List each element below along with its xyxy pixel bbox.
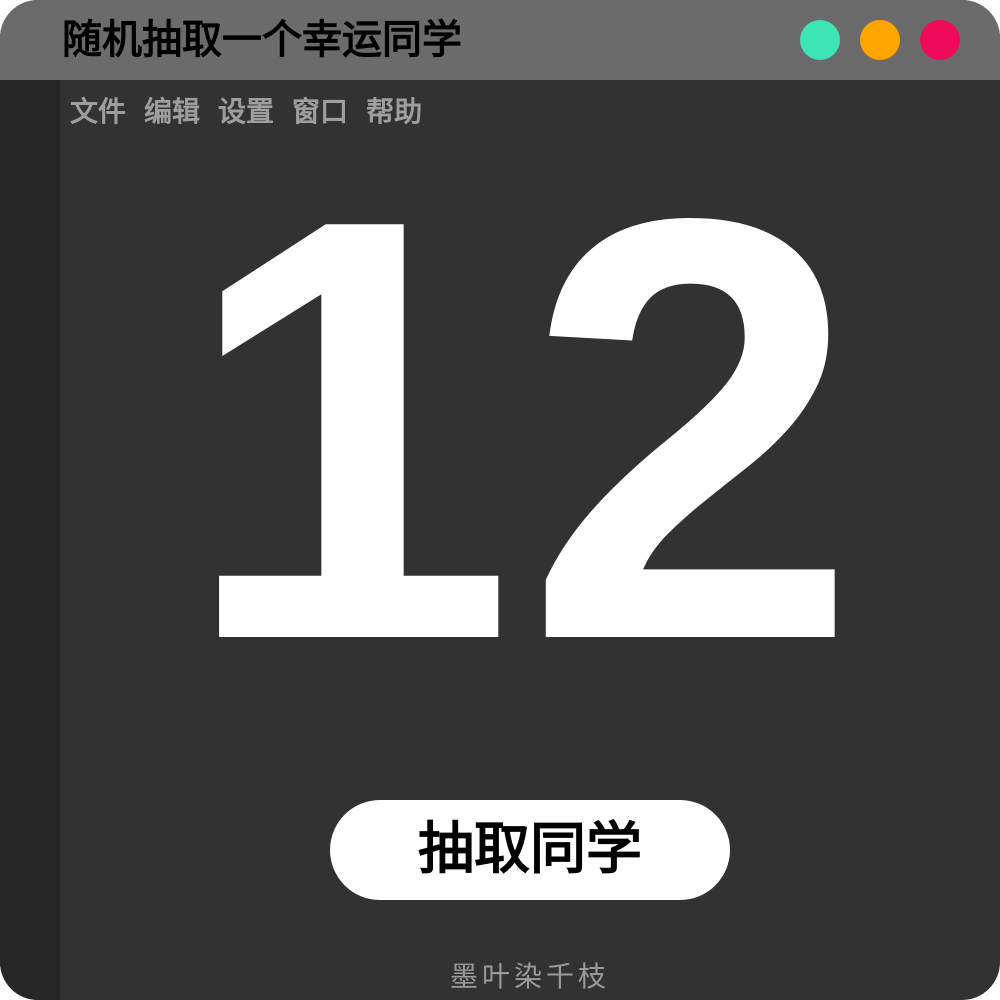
author-signature: 墨叶染千枝 [449,960,610,993]
maximize-button[interactable] [800,20,840,60]
menu-item-file[interactable]: 文件 [70,92,126,132]
selected-student-number: 12 [181,95,869,765]
window-title: 随机抽取一个幸运同学 [62,17,462,63]
draw-student-button[interactable]: 抽取同学 [330,800,730,900]
close-button[interactable] [920,20,960,60]
minimize-button[interactable] [860,20,900,60]
title-bar[interactable]: 随机抽取一个幸运同学 [0,0,1000,80]
app-window: 随机抽取一个幸运同学 文件 编辑 设置 窗口 帮助 12 抽取同学 墨叶染千枝 [0,0,1000,1000]
sidebar [0,80,60,1000]
